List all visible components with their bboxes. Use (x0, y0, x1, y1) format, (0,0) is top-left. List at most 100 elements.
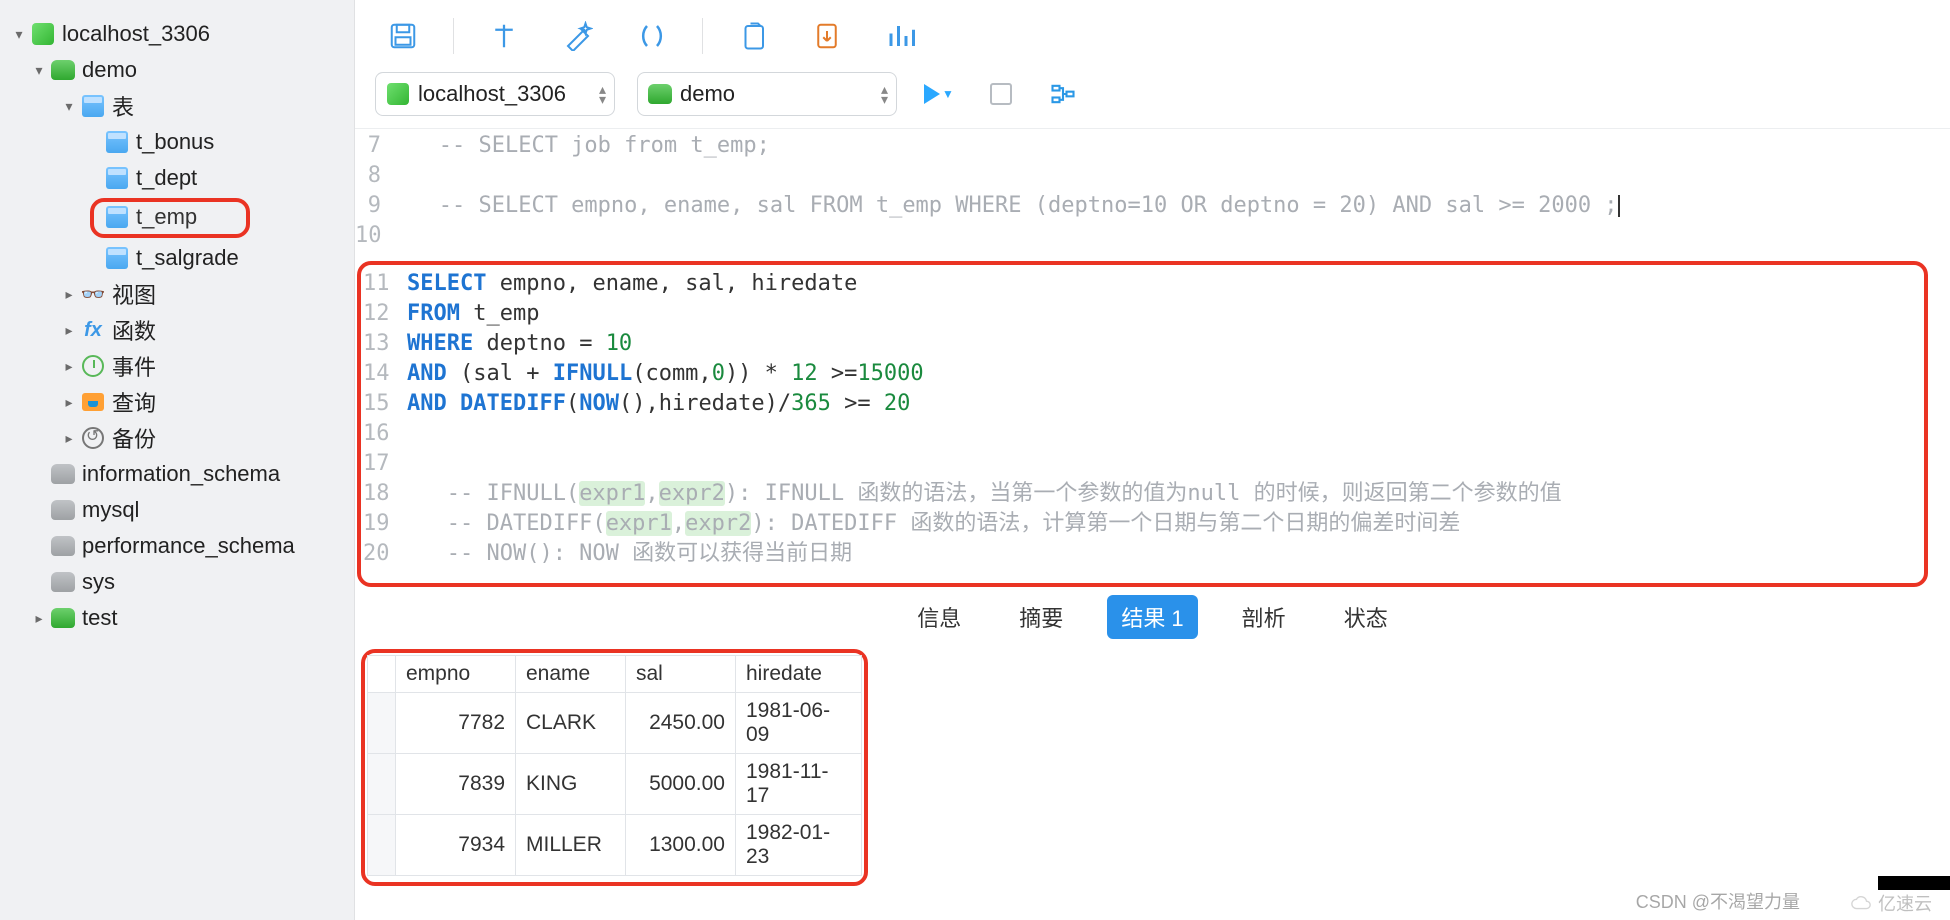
tab-info[interactable]: 信息 (903, 595, 975, 639)
events-label: 事件 (112, 350, 156, 382)
database-node-demo[interactable]: ▾ demo (0, 52, 354, 88)
column-header-empno[interactable]: empno (396, 656, 516, 693)
cell-ename[interactable]: MILLER (516, 815, 626, 876)
toolbar-context: localhost_3306 ▴▾ demo ▴▾ ▼ (355, 62, 1950, 129)
tab-profile[interactable]: 剖析 (1228, 595, 1300, 639)
tab-summary[interactable]: 摘要 (1005, 595, 1077, 639)
cell-ename[interactable]: KING (516, 754, 626, 815)
database-icon (50, 57, 76, 83)
redaction-bar (1878, 876, 1950, 890)
table-icon (104, 245, 130, 271)
watermark-yisu: 亿速云 (1850, 890, 1932, 916)
beautify-button[interactable] (554, 16, 602, 56)
table-icon (104, 204, 130, 230)
table-icon (104, 129, 130, 155)
connection-selector[interactable]: localhost_3306 ▴▾ (375, 72, 615, 116)
row-gutter-header (368, 656, 396, 693)
table-node-t_emp[interactable]: t_emp (90, 198, 250, 238)
cell-empno[interactable]: 7782 (396, 693, 516, 754)
chevron-right-icon: ▸ (58, 394, 80, 411)
connection-icon (386, 82, 410, 106)
queries-label: 查询 (112, 386, 156, 418)
connection-node[interactable]: ▾ localhost_3306 (0, 16, 354, 52)
sidebar: ▾ localhost_3306 ▾ demo ▾ 表 t_bonus t_de… (0, 0, 355, 920)
save-button[interactable] (379, 16, 427, 56)
cell-sal[interactable]: 5000.00 (626, 754, 736, 815)
table-node-t_dept[interactable]: t_dept (0, 160, 354, 196)
database-icon (648, 82, 672, 106)
toolbar-divider (702, 18, 703, 54)
cell-sal[interactable]: 1300.00 (626, 815, 736, 876)
highlighted-result-box: empno ename sal hiredate 7782CLARK2450.0… (361, 649, 868, 886)
chevron-right-icon: ▸ (28, 610, 50, 627)
column-header-sal[interactable]: sal (626, 656, 736, 693)
result-panel: empno ename sal hiredate 7782CLARK2450.0… (355, 647, 1950, 892)
table-row[interactable]: 7839KING5000.001981-11-17 (368, 754, 862, 815)
database-node-information_schema[interactable]: information_schema (0, 456, 354, 492)
copy-button[interactable] (729, 16, 777, 56)
database-icon (50, 569, 76, 595)
row-gutter[interactable] (368, 693, 396, 754)
database-label: sys (82, 569, 115, 595)
database-node-test[interactable]: ▸ test (0, 600, 354, 636)
column-header-ename[interactable]: ename (516, 656, 626, 693)
database-node-performance_schema[interactable]: performance_schema (0, 528, 354, 564)
row-gutter[interactable] (368, 754, 396, 815)
table-node-t_salgrade[interactable]: t_salgrade (0, 240, 354, 276)
views-node[interactable]: ▸ 👓 视图 (0, 276, 354, 312)
table-group-icon (80, 93, 106, 119)
highlighted-query-box: 11SELECT empno, ename, sal, hiredate12FR… (357, 261, 1928, 587)
tab-result[interactable]: 结果 1 (1107, 595, 1197, 639)
database-node-sys[interactable]: sys (0, 564, 354, 600)
stop-icon (990, 83, 1012, 105)
database-icon (50, 605, 76, 631)
table-label: t_salgrade (136, 245, 239, 271)
cell-hiredate[interactable]: 1982-01-23 (736, 815, 862, 876)
table-node-t_bonus[interactable]: t_bonus (0, 124, 354, 160)
queries-node[interactable]: ▸ 查询 (0, 384, 354, 420)
cell-hiredate[interactable]: 1981-11-17 (736, 754, 862, 815)
chevron-right-icon: ▸ (58, 322, 80, 339)
parentheses-button[interactable] (628, 16, 676, 56)
events-node[interactable]: ▸ 事件 (0, 348, 354, 384)
table-row[interactable]: 7782CLARK2450.001981-06-09 (368, 693, 862, 754)
watermark-yisu-text: 亿速云 (1878, 890, 1932, 916)
chart-button[interactable] (877, 16, 925, 56)
export-button[interactable] (803, 16, 851, 56)
table-row[interactable]: 7934MILLER1300.001982-01-23 (368, 815, 862, 876)
database-label: information_schema (82, 461, 280, 487)
functions-node[interactable]: ▸ fx 函数 (0, 312, 354, 348)
chevron-right-icon: ▸ (58, 286, 80, 303)
backups-node[interactable]: ▸ 备份 (0, 420, 354, 456)
cell-ename[interactable]: CLARK (516, 693, 626, 754)
row-gutter[interactable] (368, 815, 396, 876)
tables-node[interactable]: ▾ 表 (0, 88, 354, 124)
tab-status[interactable]: 状态 (1330, 595, 1402, 639)
chevron-right-icon: ▸ (58, 430, 80, 447)
cell-sal[interactable]: 2450.00 (626, 693, 736, 754)
database-label: performance_schema (82, 533, 295, 559)
connection-label: localhost_3306 (62, 21, 210, 47)
explain-button[interactable] (1043, 77, 1083, 111)
table-icon (104, 165, 130, 191)
dropdown-arrows-icon: ▴▾ (577, 84, 606, 104)
sql-editor[interactable]: 7 -- SELECT job from t_emp;89 -- SELECT … (355, 129, 1950, 587)
stop-button[interactable] (981, 77, 1021, 111)
result-table[interactable]: empno ename sal hiredate 7782CLARK2450.0… (367, 655, 862, 876)
database-icon (50, 461, 76, 487)
database-label: mysql (82, 497, 139, 523)
column-header-hiredate[interactable]: hiredate (736, 656, 862, 693)
database-node-mysql[interactable]: mysql (0, 492, 354, 528)
functions-label: 函数 (112, 314, 156, 346)
format-button[interactable] (480, 16, 528, 56)
cell-empno[interactable]: 7839 (396, 754, 516, 815)
cell-hiredate[interactable]: 1981-06-09 (736, 693, 862, 754)
run-button[interactable]: ▼ (919, 77, 959, 111)
views-label: 视图 (112, 278, 156, 310)
cell-empno[interactable]: 7934 (396, 815, 516, 876)
result-tabs: 信息 摘要 结果 1 剖析 状态 (355, 587, 1950, 647)
backups-label: 备份 (112, 422, 156, 454)
toolbar-primary (355, 0, 1950, 62)
database-selector[interactable]: demo ▴▾ (637, 72, 897, 116)
chevron-down-icon: ▼ (942, 87, 954, 101)
